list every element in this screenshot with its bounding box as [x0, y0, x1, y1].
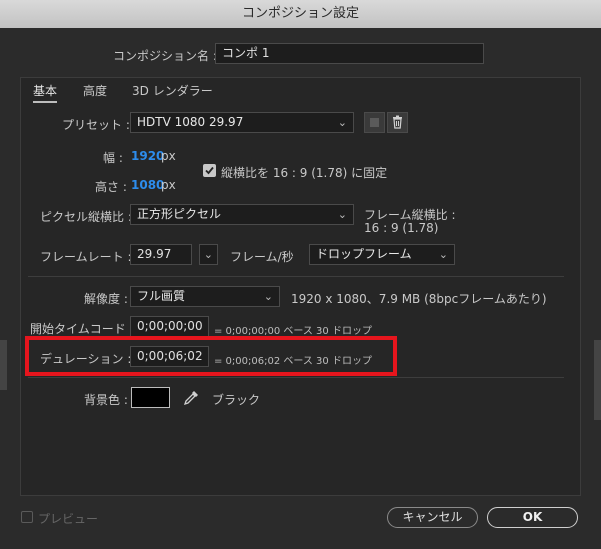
eyedropper-icon: [183, 391, 198, 406]
aspect-lock-label[interactable]: 縦横比を 16 : 9 (1.78) に固定: [221, 164, 387, 181]
aspect-lock-checkbox[interactable]: [203, 164, 216, 177]
comp-name-input[interactable]: コンポ 1: [215, 43, 484, 64]
duration-highlight-box: [25, 336, 397, 376]
pixel-aspect-label: ピクセル縦横比 :: [40, 210, 132, 224]
height-unit: px: [161, 178, 176, 192]
chevron-down-icon: ⌄: [337, 116, 347, 129]
resolution-label: 解像度 :: [84, 292, 128, 306]
height-value[interactable]: 1080: [131, 178, 164, 192]
preset-select[interactable]: HDTV 1080 29.97 ⌄: [130, 112, 354, 133]
start-timecode-label: 開始タイムコード :: [30, 322, 134, 336]
save-preset-button[interactable]: [364, 112, 385, 133]
frame-rate-dropdown[interactable]: ⌄: [199, 244, 218, 265]
background-color-label: 背景色 :: [84, 393, 128, 407]
tab-advanced[interactable]: 高度: [83, 82, 107, 99]
chevron-down-icon: ⌄: [337, 208, 347, 221]
pixel-aspect-value: 正方形ピクセル: [137, 207, 222, 221]
resolution-info: 1920 x 1080、7.9 MB (8bpcフレームあたり): [291, 292, 547, 306]
width-label: 幅 :: [103, 151, 123, 165]
comp-name-label: コンポジション名 :: [113, 49, 217, 63]
settings-panel: [20, 77, 581, 496]
chevron-down-icon: ⌄: [203, 248, 213, 261]
checkmark-icon: [205, 166, 214, 175]
frame-aspect-value: 16 : 9 (1.78): [364, 221, 439, 235]
pixel-aspect-select[interactable]: 正方形ピクセル ⌄: [130, 204, 354, 225]
chevron-down-icon: ⌄: [263, 290, 273, 303]
window-title-bar[interactable]: コンポジション設定: [0, 0, 601, 29]
height-label: 高さ :: [95, 180, 127, 194]
ok-button[interactable]: OK: [487, 507, 578, 528]
chevron-down-icon: ⌄: [438, 248, 448, 261]
trash-icon: [393, 115, 402, 129]
delete-preset-button[interactable]: [387, 112, 408, 133]
resolution-value: フル画質: [137, 289, 186, 303]
frame-rate-label: フレームレート :: [40, 250, 132, 264]
separator: [28, 377, 564, 378]
cancel-button[interactable]: キャンセル: [387, 507, 478, 528]
background-edge-left: [0, 340, 7, 390]
save-preset-icon: [370, 118, 379, 127]
frame-rate-mode-value: ドロップフレーム: [316, 247, 412, 261]
start-timecode-input[interactable]: 0;00;00;00: [130, 316, 209, 337]
background-color-swatch[interactable]: [131, 387, 170, 408]
background-edge-right: [594, 340, 601, 420]
preview-label[interactable]: プレビュー: [38, 510, 98, 527]
frame-rate-mode-select[interactable]: ドロップフレーム ⌄: [309, 244, 455, 265]
width-unit: px: [161, 149, 176, 163]
tab-3d-renderer[interactable]: 3D レンダラー: [132, 82, 213, 99]
preset-value: HDTV 1080 29.97: [137, 115, 244, 129]
frame-rate-input[interactable]: 29.97: [130, 244, 192, 265]
separator: [28, 276, 564, 277]
frame-rate-unit: フレーム/秒: [230, 250, 294, 264]
start-timecode-info: = 0;00;00;00 ベース 30 ドロップ: [214, 326, 372, 337]
tab-basic[interactable]: 基本: [33, 82, 58, 103]
preset-label: プリセット :: [62, 118, 130, 132]
window-title: コンポジション設定: [241, 6, 359, 21]
width-value[interactable]: 1920: [131, 149, 164, 163]
resolution-select[interactable]: フル画質 ⌄: [130, 286, 280, 307]
background-color-name: ブラック: [212, 393, 261, 407]
eyedropper-button[interactable]: [181, 388, 201, 408]
preview-checkbox[interactable]: [21, 511, 33, 523]
